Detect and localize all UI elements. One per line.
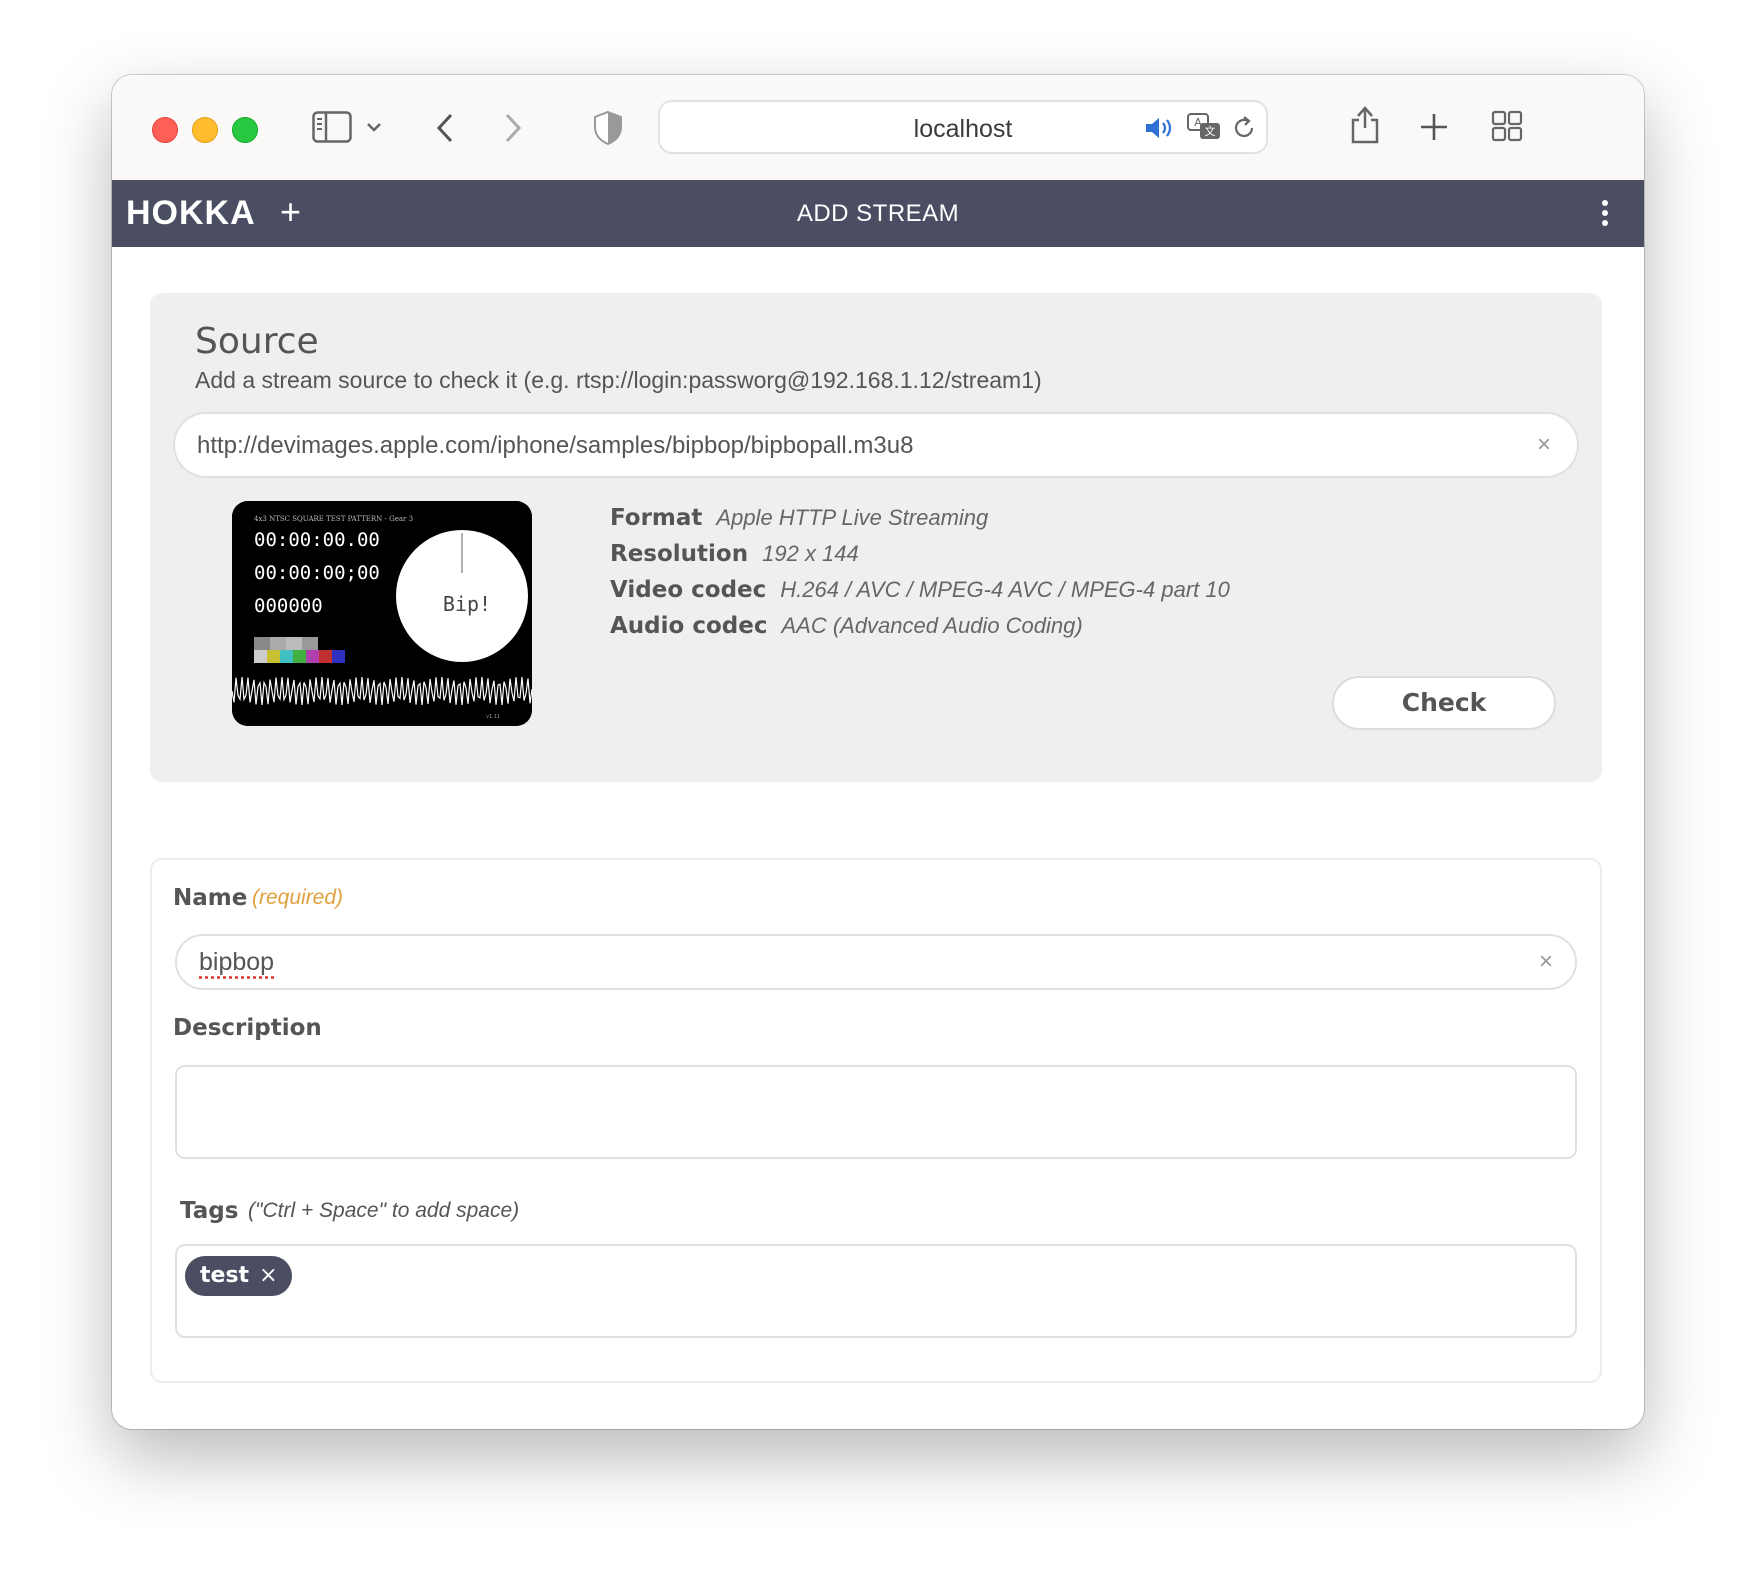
meta-format: Format Apple HTTP Live Streaming: [610, 505, 989, 531]
close-window-button[interactable]: [152, 117, 178, 143]
thumb-caption: 4x3 NTSC SQUARE TEST PATTERN - Gear 3: [254, 515, 413, 523]
sidebar-toggle-icon[interactable]: [312, 109, 352, 145]
source-url-value: http://devimages.apple.com/iphone/sample…: [197, 432, 914, 459]
name-label: Name: [173, 885, 248, 911]
thumb-bip: Bip!: [443, 592, 491, 616]
tag-remove-icon[interactable]: ×: [259, 1256, 277, 1296]
zoom-window-button[interactable]: [232, 117, 258, 143]
address-bar[interactable]: localhost A文: [658, 100, 1268, 154]
name-input[interactable]: bipbop ×: [175, 934, 1577, 990]
tags-input[interactable]: test ×: [175, 1244, 1577, 1338]
share-icon[interactable]: [1348, 103, 1382, 145]
tags-hint: ("Ctrl + Space" to add space): [248, 1199, 520, 1222]
chevron-down-icon[interactable]: [364, 119, 384, 135]
tag-label: test: [200, 1263, 250, 1288]
tab-overview-icon[interactable]: [1490, 109, 1524, 143]
name-value: bipbop: [199, 948, 275, 976]
source-hint: Add a stream source to check it (e.g. rt…: [195, 367, 1042, 393]
tag-chip: test ×: [185, 1256, 292, 1296]
name-required-note: (required): [252, 886, 344, 909]
back-icon[interactable]: [432, 111, 458, 145]
thumb-timecode-2: 00:00:00;00: [254, 562, 380, 584]
stream-meta: Format Apple HTTP Live Streaming Resoluti…: [610, 503, 1230, 647]
page-title: ADD STREAM: [796, 200, 960, 227]
forward-icon[interactable]: [500, 111, 526, 145]
translate-icon[interactable]: A文: [1186, 112, 1222, 142]
browser-window: localhost A文 HOKKA + ADD STREAM Source A…: [112, 75, 1644, 1429]
meta-resolution: Resolution 192 x 144: [610, 541, 859, 567]
check-button[interactable]: Check: [1332, 676, 1556, 730]
minimize-window-button[interactable]: [192, 117, 218, 143]
source-panel: Source Add a stream source to check it (…: [150, 293, 1602, 782]
app-header: HOKKA + ADD STREAM: [112, 180, 1644, 247]
url-text: localhost: [913, 115, 1013, 143]
tags-label: Tags: [180, 1198, 239, 1224]
speaker-icon[interactable]: [1144, 115, 1174, 141]
thumb-counter: 000000: [254, 595, 323, 617]
thumb-timecode-1: 00:00:00.00: [254, 529, 380, 551]
privacy-shield-icon[interactable]: [592, 109, 624, 147]
clear-name-icon[interactable]: ×: [1539, 948, 1553, 976]
more-options-icon[interactable]: [1602, 200, 1610, 230]
source-heading: Source: [195, 321, 319, 362]
source-url-input[interactable]: http://devimages.apple.com/iphone/sample…: [173, 412, 1579, 478]
stream-form: Name (required) bipbop × Description Tag…: [150, 858, 1602, 1383]
meta-audio-codec: Audio codec AAC (Advanced Audio Coding): [610, 613, 1083, 639]
description-input[interactable]: [175, 1065, 1577, 1159]
stream-thumbnail: 4x3 NTSC SQUARE TEST PATTERN - Gear 3 00…: [232, 501, 532, 726]
new-tab-icon[interactable]: [1418, 111, 1450, 143]
svg-text:文: 文: [1205, 124, 1216, 138]
browser-toolbar: localhost A文: [112, 75, 1644, 181]
svg-text:v1.11: v1.11: [486, 714, 500, 720]
reload-icon[interactable]: [1230, 114, 1258, 142]
clear-source-icon[interactable]: ×: [1537, 431, 1551, 459]
description-label: Description: [173, 1015, 322, 1041]
meta-video-codec: Video codec H.264 / AVC / MPEG-4 AVC / MP…: [610, 577, 1230, 603]
